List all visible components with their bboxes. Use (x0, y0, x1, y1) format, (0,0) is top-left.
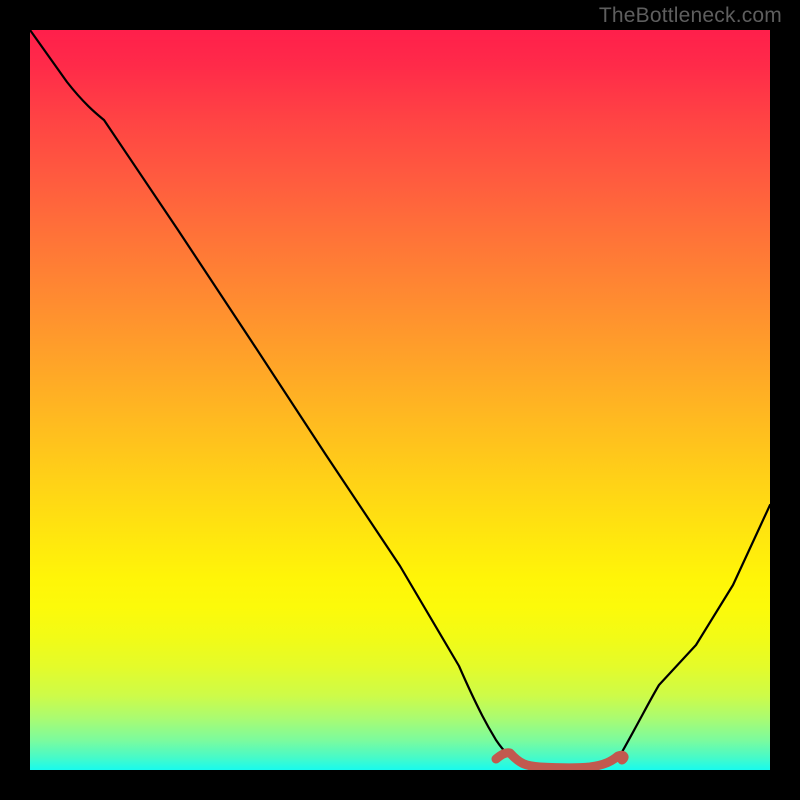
plot-area (30, 30, 770, 770)
optimal-band-path (496, 753, 624, 768)
bottleneck-curve-path (30, 30, 770, 769)
chart-svg (30, 30, 770, 770)
watermark-text: TheBottleneck.com (599, 4, 782, 28)
